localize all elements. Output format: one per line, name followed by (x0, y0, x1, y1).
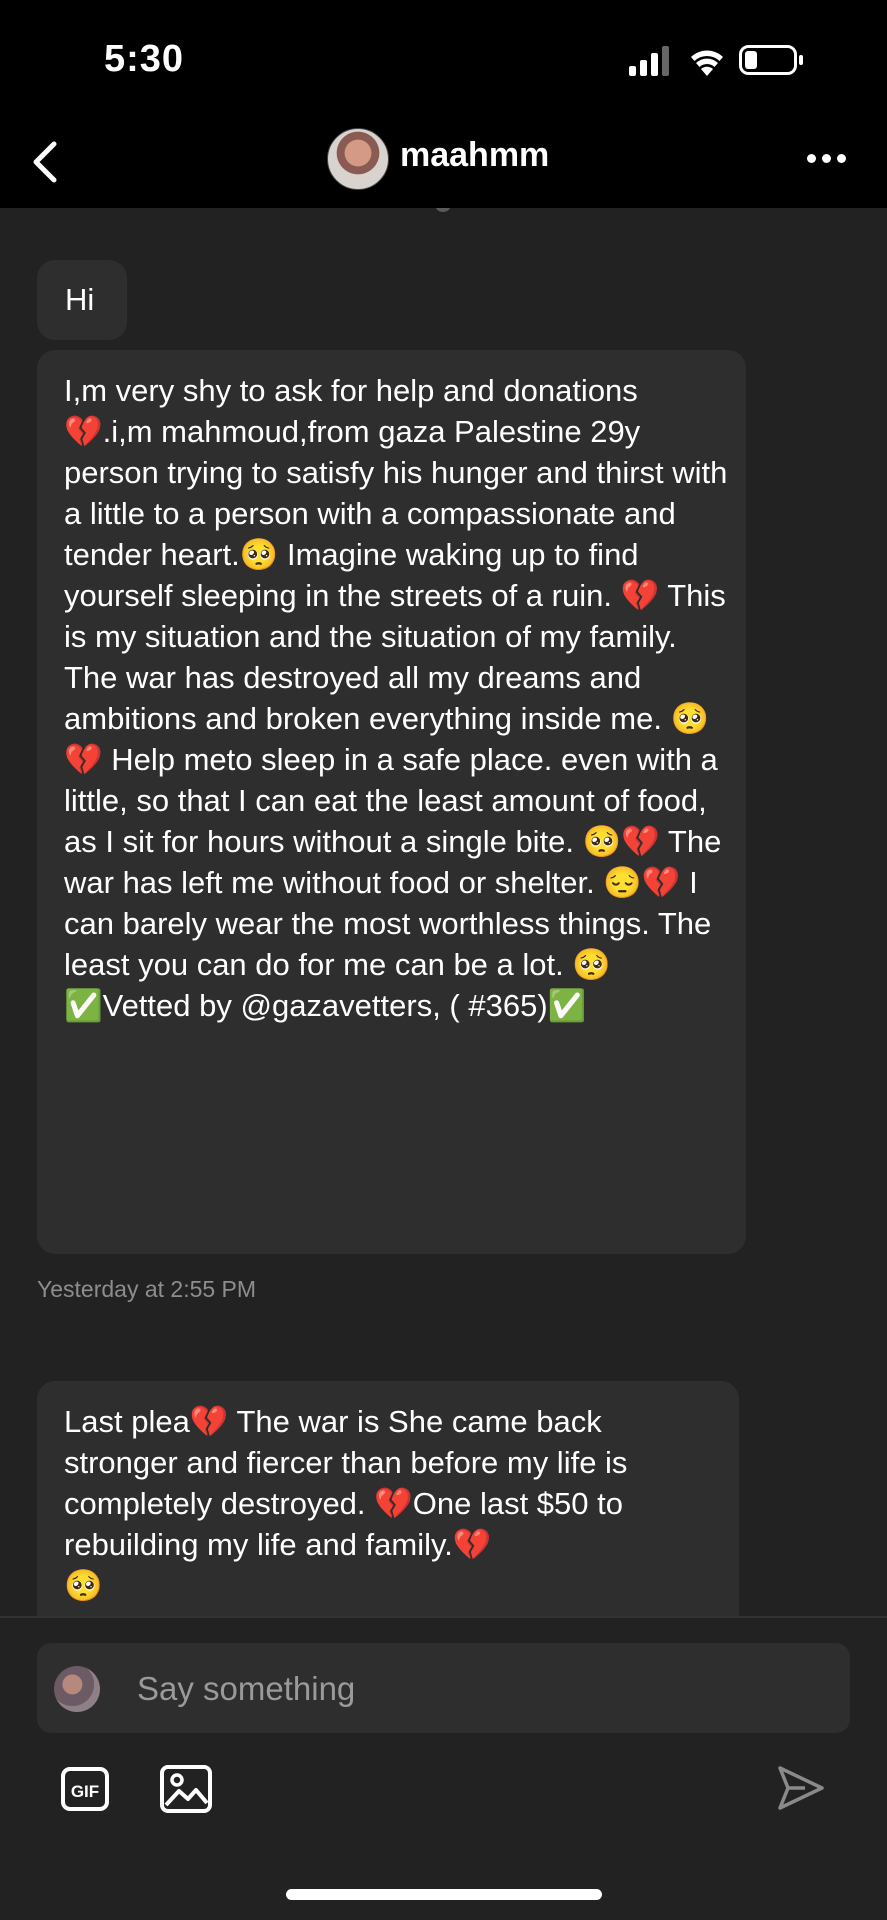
more-options-button[interactable] (807, 150, 857, 170)
avatar[interactable] (327, 128, 389, 190)
chevron-left-icon (33, 141, 57, 183)
more-dot (822, 154, 831, 163)
message-bubble[interactable]: Hi (37, 260, 127, 340)
message-composer (37, 1643, 850, 1733)
message-bubble[interactable]: Last plea💔 The war is She came back stro… (37, 1381, 739, 1616)
status-time: 5:30 (104, 38, 185, 80)
cellular-signal-icon (629, 46, 669, 76)
message-timestamp: Yesterday at 2:55 PM (37, 1276, 257, 1302)
send-icon (778, 1766, 824, 1810)
scroll-edge-mark (436, 208, 450, 212)
composer-avatar (54, 1666, 100, 1712)
battery-icon (739, 45, 803, 75)
conversation-header: maahmm (0, 120, 887, 208)
more-horizontal-icon (807, 154, 816, 163)
conversation-username[interactable]: maahmm (400, 136, 549, 175)
home-indicator[interactable] (286, 1889, 602, 1900)
status-bar: 5:30 (0, 0, 887, 120)
message-bubble[interactable]: I,m very shy to ask for help and donatio… (37, 350, 746, 1254)
message-input[interactable] (135, 1663, 819, 1715)
gif-button[interactable]: GIF (61, 1767, 109, 1811)
send-button[interactable] (775, 1762, 827, 1814)
image-button[interactable] (160, 1765, 212, 1813)
back-button[interactable] (18, 134, 74, 190)
status-icons (629, 45, 803, 76)
more-dot (837, 154, 846, 163)
wifi-icon (691, 50, 723, 76)
gif-icon-label: GIF (71, 1782, 99, 1801)
composer-divider (0, 1616, 887, 1618)
message-thread[interactable]: Hi I,m very shy to ask for help and dona… (0, 208, 887, 1616)
image-icon (160, 1765, 212, 1813)
